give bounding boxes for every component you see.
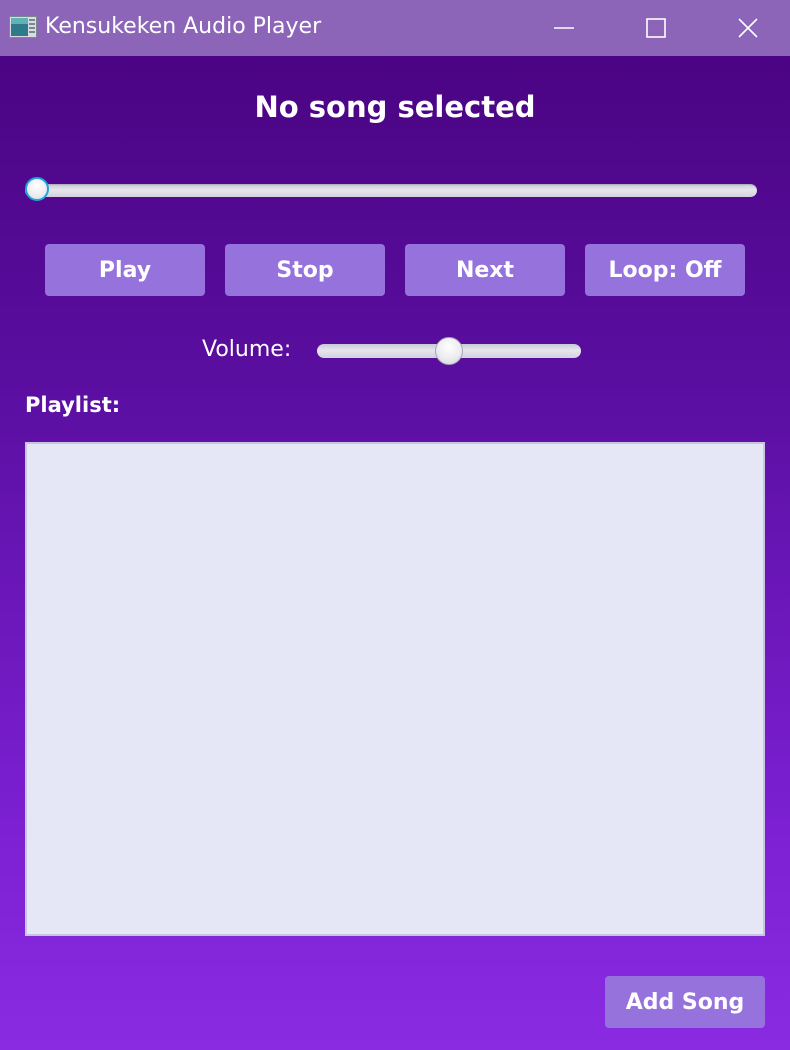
minimize-button[interactable]: [518, 0, 610, 56]
window-title: Kensukeken Audio Player: [45, 14, 322, 39]
audio-player-window: Kensukeken Audio Player No song selected…: [0, 0, 790, 1050]
playlist-list[interactable]: [25, 442, 765, 936]
maximize-icon: [646, 18, 666, 38]
close-button[interactable]: [702, 0, 790, 56]
minimize-icon: [554, 27, 574, 29]
next-button[interactable]: Next: [405, 244, 565, 296]
volume-label: Volume:: [202, 337, 292, 362]
progress-slider[interactable]: [25, 184, 757, 197]
close-icon: [738, 18, 758, 38]
stop-button[interactable]: Stop: [225, 244, 385, 296]
playlist-label: Playlist:: [25, 393, 121, 417]
volume-slider-thumb[interactable]: [435, 337, 463, 365]
maximize-button[interactable]: [610, 0, 702, 56]
add-song-button[interactable]: Add Song: [605, 976, 765, 1028]
title-bar[interactable]: Kensukeken Audio Player: [0, 0, 790, 56]
progress-slider-thumb[interactable]: [25, 177, 49, 201]
play-button[interactable]: Play: [45, 244, 205, 296]
loop-toggle-button[interactable]: Loop: Off: [585, 244, 745, 296]
song-title: No song selected: [254, 90, 536, 124]
app-icon: [9, 16, 37, 38]
